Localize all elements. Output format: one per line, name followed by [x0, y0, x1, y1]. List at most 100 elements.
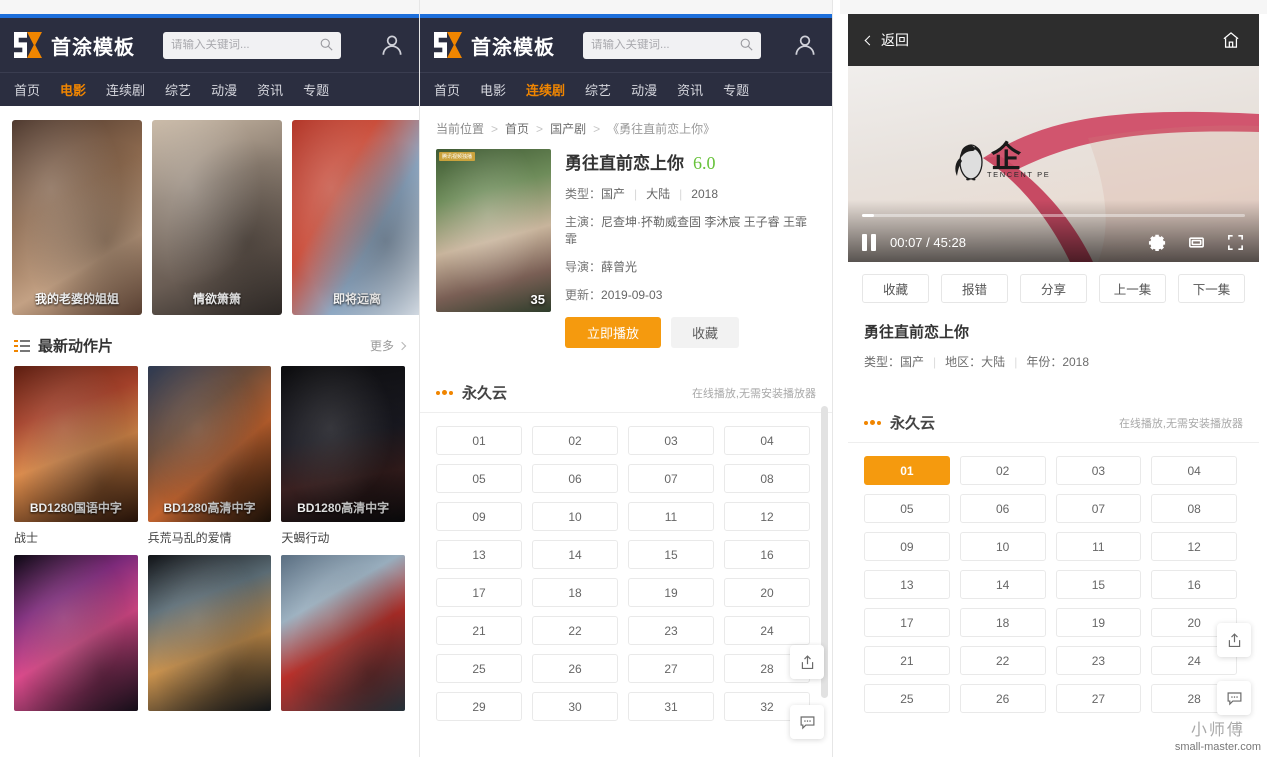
- share-float-button[interactable]: [1217, 623, 1251, 657]
- nav-item-variety[interactable]: 综艺: [585, 80, 611, 99]
- progress-bar[interactable]: [862, 214, 1245, 217]
- episode-button-17[interactable]: 17: [864, 608, 950, 637]
- video-thumbnail[interactable]: BD1280高清中字: [147, 366, 272, 522]
- episode-button-07[interactable]: 07: [1055, 494, 1142, 523]
- search-input[interactable]: [591, 39, 753, 51]
- episode-button-04[interactable]: 04: [724, 426, 810, 455]
- episode-button-12[interactable]: 12: [1151, 532, 1237, 561]
- wide-screen-icon[interactable]: [1187, 233, 1206, 252]
- video-thumbnail[interactable]: BD1280国语中字: [14, 366, 138, 522]
- video-card[interactable]: [281, 555, 405, 711]
- episode-button-19[interactable]: 19: [628, 578, 714, 607]
- episode-button-25[interactable]: 25: [436, 654, 522, 683]
- episode-button-25[interactable]: 25: [864, 684, 950, 713]
- episode-button-11[interactable]: 11: [1055, 532, 1142, 561]
- episode-button-30[interactable]: 30: [532, 692, 618, 721]
- episode-button-09[interactable]: 09: [864, 532, 950, 561]
- nav-item-movies[interactable]: 电影: [60, 80, 86, 99]
- breadcrumb-item-category[interactable]: 国产剧: [550, 120, 586, 137]
- episode-button-29[interactable]: 29: [436, 692, 522, 721]
- site-logo[interactable]: 首涂模板: [434, 30, 555, 60]
- episode-button-22[interactable]: 22: [532, 616, 618, 645]
- episode-button-21[interactable]: 21: [436, 616, 522, 645]
- video-card[interactable]: BD1280高清中字 天蝎行动: [281, 366, 405, 546]
- region-value[interactable]: 大陆: [646, 187, 670, 201]
- director-value[interactable]: 薛曾光: [601, 260, 637, 274]
- episode-button-07[interactable]: 07: [628, 464, 714, 493]
- user-account-icon[interactable]: [379, 32, 405, 58]
- episode-button-08[interactable]: 08: [724, 464, 810, 493]
- episode-button-16[interactable]: 16: [1151, 570, 1237, 599]
- episode-button-16[interactable]: 16: [724, 540, 810, 569]
- nav-item-topics[interactable]: 专题: [723, 80, 749, 99]
- search-box[interactable]: [583, 31, 761, 59]
- episode-button-10[interactable]: 10: [959, 532, 1046, 561]
- video-card[interactable]: BD1280高清中字 兵荒马乱的爱情: [147, 366, 272, 546]
- episode-button-02[interactable]: 02: [532, 426, 618, 455]
- nav-item-home[interactable]: 首页: [434, 80, 460, 99]
- video-card[interactable]: BD1280国语中字 战士: [14, 366, 138, 546]
- episode-button-02[interactable]: 02: [959, 456, 1046, 485]
- episode-button-18[interactable]: 18: [532, 578, 618, 607]
- episode-button-24[interactable]: 24: [724, 616, 810, 645]
- favorite-button[interactable]: 收藏: [671, 317, 739, 348]
- search-box[interactable]: [163, 31, 341, 59]
- episode-button-01[interactable]: 01: [436, 426, 522, 455]
- episode-button-22[interactable]: 22: [959, 646, 1046, 675]
- episode-button-13[interactable]: 13: [864, 570, 950, 599]
- episode-button-23[interactable]: 23: [1055, 646, 1142, 675]
- section-more-link[interactable]: 更多: [370, 337, 407, 354]
- episode-button-01[interactable]: 01: [864, 456, 950, 485]
- episode-button-26[interactable]: 26: [532, 654, 618, 683]
- episode-button-06[interactable]: 06: [959, 494, 1046, 523]
- previous-episode-button[interactable]: 上一集: [1099, 274, 1166, 303]
- episode-button-21[interactable]: 21: [864, 646, 950, 675]
- episode-button-05[interactable]: 05: [436, 464, 522, 493]
- episode-button-03[interactable]: 03: [628, 426, 714, 455]
- report-error-button[interactable]: 报错: [941, 274, 1008, 303]
- nav-item-anime[interactable]: 动漫: [211, 80, 237, 99]
- episode-button-19[interactable]: 19: [1055, 608, 1142, 637]
- episode-button-08[interactable]: 08: [1151, 494, 1237, 523]
- nav-item-news[interactable]: 资讯: [677, 80, 703, 99]
- nav-item-series[interactable]: 连续剧: [526, 80, 565, 99]
- episode-button-14[interactable]: 14: [532, 540, 618, 569]
- episode-button-05[interactable]: 05: [864, 494, 950, 523]
- share-float-button[interactable]: [790, 645, 824, 679]
- carousel-slide[interactable]: 情欲箫箫: [152, 120, 282, 315]
- share-button[interactable]: 分享: [1020, 274, 1087, 303]
- episode-button-12[interactable]: 12: [724, 502, 810, 531]
- search-icon[interactable]: [320, 38, 333, 51]
- feedback-float-button[interactable]: [1217, 681, 1251, 715]
- home-icon[interactable]: [1221, 30, 1241, 50]
- nav-item-topics[interactable]: 专题: [303, 80, 329, 99]
- play-now-button[interactable]: 立即播放: [565, 317, 661, 348]
- episode-button-10[interactable]: 10: [532, 502, 618, 531]
- episode-button-23[interactable]: 23: [628, 616, 714, 645]
- next-episode-button[interactable]: 下一集: [1178, 274, 1245, 303]
- feedback-float-button[interactable]: [790, 705, 824, 739]
- video-player[interactable]: 企 TENCENT PE 00:07 / 45:28: [848, 66, 1259, 262]
- episode-button-20[interactable]: 20: [724, 578, 810, 607]
- episode-button-15[interactable]: 15: [1055, 570, 1142, 599]
- nav-item-news[interactable]: 资讯: [257, 80, 283, 99]
- actors-value[interactable]: 尼查坤·抔勒威查固 李沐宸 王子睿 王霏霏: [565, 215, 807, 246]
- detail-poster[interactable]: 腾讯视频独播 35: [436, 149, 551, 312]
- nav-item-variety[interactable]: 综艺: [165, 80, 191, 99]
- user-account-icon[interactable]: [792, 32, 818, 58]
- episode-button-26[interactable]: 26: [959, 684, 1046, 713]
- episode-button-17[interactable]: 17: [436, 578, 522, 607]
- search-input[interactable]: [171, 39, 333, 51]
- favorite-button[interactable]: 收藏: [862, 274, 929, 303]
- nav-item-home[interactable]: 首页: [14, 80, 40, 99]
- video-thumbnail[interactable]: [147, 555, 272, 711]
- year-value[interactable]: 2018: [691, 187, 718, 201]
- type-value[interactable]: 国产: [601, 187, 625, 201]
- video-card[interactable]: [14, 555, 138, 711]
- episode-button-03[interactable]: 03: [1055, 456, 1142, 485]
- site-logo[interactable]: 首涂模板: [14, 30, 135, 60]
- episode-button-14[interactable]: 14: [959, 570, 1046, 599]
- carousel-slide[interactable]: 即将远离: [292, 120, 419, 315]
- carousel-slide[interactable]: 我的老婆的姐姐: [12, 120, 142, 315]
- episode-button-27[interactable]: 27: [1055, 684, 1142, 713]
